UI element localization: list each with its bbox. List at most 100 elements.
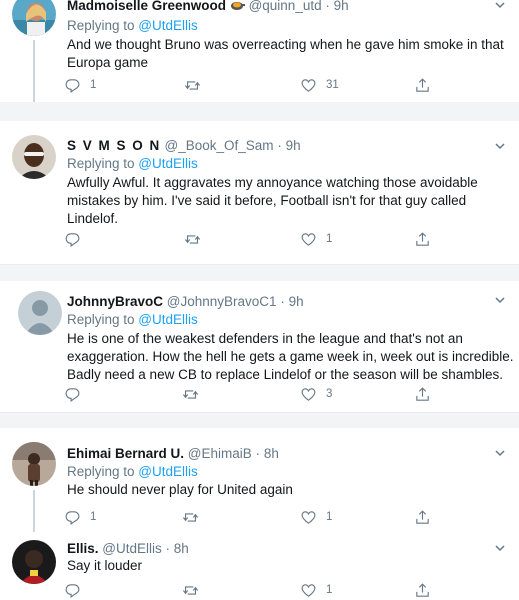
tweet-1[interactable]: Madmoiselle Greenwood @quinn_utd · 9h Re…	[0, 0, 519, 102]
timestamp[interactable]: 9h	[334, 0, 349, 13]
replying-label: Replying to	[67, 464, 139, 479]
share-button[interactable]	[414, 384, 431, 404]
reply-icon	[65, 78, 80, 93]
share-button[interactable]	[414, 507, 431, 527]
reply-button[interactable]	[64, 580, 90, 600]
default-avatar	[18, 291, 62, 335]
replying-to: Replying to @UtdEllis	[67, 17, 198, 34]
like-button[interactable]: 1	[300, 507, 332, 527]
retweet-button[interactable]	[182, 580, 208, 600]
separator	[0, 413, 519, 428]
share-button[interactable]	[414, 580, 431, 600]
tweet-3[interactable]: JohnnyBravoC @JohnnyBravoC1 · 9h Replyin…	[0, 281, 519, 413]
reply-button[interactable]: 1	[64, 75, 96, 95]
like-button[interactable]: 1	[300, 229, 332, 249]
user-photo	[12, 135, 56, 179]
like-button[interactable]: 31	[300, 75, 339, 95]
replies-timeline: Madmoiselle Greenwood @quinn_utd · 9h Re…	[0, 0, 519, 600]
tweet-actions: 1 1	[64, 507, 434, 527]
display-name[interactable]: Madmoiselle Greenwood	[67, 0, 226, 13]
replying-to: Replying to @UtdEllis	[67, 311, 198, 328]
retweet-button[interactable]	[182, 384, 208, 404]
like-count: 1	[326, 233, 333, 245]
mention-link[interactable]: @UtdEllis	[138, 18, 197, 33]
username[interactable]: @EhimaiB	[188, 446, 252, 461]
like-count: 1	[326, 511, 333, 523]
timestamp[interactable]: 9h	[289, 294, 304, 309]
reply-count: 1	[90, 79, 97, 91]
reply-button[interactable]: 1	[64, 507, 96, 527]
reply-icon	[65, 583, 80, 598]
mention-link[interactable]: @UtdEllis	[138, 464, 197, 479]
retweet-icon	[184, 80, 201, 90]
separator	[0, 265, 519, 281]
share-button[interactable]	[414, 229, 431, 249]
retweet-button[interactable]	[182, 507, 208, 527]
chevron-down-icon[interactable]	[493, 293, 507, 307]
avatar[interactable]	[18, 291, 62, 335]
retweet-button[interactable]	[184, 75, 210, 95]
replying-label: Replying to	[67, 18, 139, 33]
avatar[interactable]	[12, 442, 56, 486]
like-button[interactable]: 3	[300, 384, 332, 404]
avatar[interactable]	[12, 135, 56, 179]
chevron-down-icon[interactable]	[493, 541, 507, 555]
share-icon	[416, 77, 429, 92]
mention-link[interactable]: @UtdEllis	[138, 312, 197, 327]
display-name[interactable]: JohnnyBravoC	[67, 294, 163, 309]
user-photo	[12, 540, 56, 584]
username[interactable]: @UtdEllis	[102, 541, 161, 556]
reply-button[interactable]	[64, 229, 90, 249]
tweet-text: He should never play for United again	[67, 482, 293, 497]
mention-link[interactable]: @UtdEllis	[138, 156, 197, 171]
retweet-button[interactable]	[184, 229, 210, 249]
retweet-icon	[184, 234, 201, 244]
chevron-down-icon[interactable]	[493, 446, 507, 460]
tweet-text: Awfully Awful. It aggravates my annoyanc…	[67, 175, 478, 226]
tweet-4[interactable]: Ehimai Bernard U. @EhimaiB · 8h Replying…	[0, 428, 519, 532]
tweet-header: Ehimai Bernard U. @EhimaiB · 8h	[67, 445, 279, 462]
separator-dot: ·	[280, 294, 285, 309]
tweet-actions: 1 31	[64, 75, 434, 95]
username[interactable]: @_Book_Of_Sam	[165, 138, 274, 153]
avatar[interactable]	[12, 540, 56, 584]
chevron-down-icon[interactable]	[493, 139, 507, 153]
retweet-icon	[182, 512, 199, 522]
display-name[interactable]: Ellis.	[67, 541, 99, 556]
replying-label: Replying to	[67, 156, 139, 171]
cooking-emoji-icon	[230, 0, 245, 16]
tweet-header: JohnnyBravoC @JohnnyBravoC1 · 9h	[67, 293, 304, 310]
share-icon	[416, 582, 429, 597]
tweet-header: Madmoiselle Greenwood @quinn_utd · 9h	[67, 0, 349, 16]
username[interactable]: @JohnnyBravoC1	[167, 294, 277, 309]
reply-button[interactable]	[64, 384, 90, 404]
retweet-icon	[182, 389, 199, 399]
separator-dot: ·	[255, 446, 261, 461]
reply-icon	[65, 387, 80, 402]
tweet-5[interactable]: Ellis. @UtdEllis · 8h Say it louder 1	[0, 532, 519, 600]
heart-icon	[301, 387, 316, 401]
reply-count: 1	[90, 511, 97, 523]
display-name[interactable]: S V M S O N	[67, 138, 161, 153]
timestamp[interactable]: 8h	[264, 446, 279, 461]
chevron-down-icon[interactable]	[493, 0, 507, 12]
share-button[interactable]	[414, 75, 431, 95]
thread-line	[33, 490, 35, 532]
like-button[interactable]: 1	[300, 580, 332, 600]
replying-to: Replying to @UtdEllis	[67, 155, 198, 172]
display-name[interactable]: Ehimai Bernard U.	[67, 446, 184, 461]
like-count: 31	[326, 79, 339, 91]
like-count: 3	[326, 388, 333, 400]
heart-icon	[301, 232, 316, 246]
separator-dot: ·	[325, 0, 330, 13]
username[interactable]: @quinn_utd	[249, 0, 322, 13]
share-icon	[416, 231, 429, 246]
tweet-text: He is one of the weakest defenders in th…	[67, 331, 514, 382]
tweet-actions: 1	[64, 229, 434, 249]
avatar[interactable]	[12, 0, 56, 36]
timestamp[interactable]: 9h	[286, 138, 301, 153]
heart-icon	[301, 78, 316, 92]
tweet-header: Ellis. @UtdEllis · 8h	[67, 540, 189, 557]
tweet-2[interactable]: S V M S O N @_Book_Of_Sam · 9h Replying …	[0, 121, 519, 265]
timestamp[interactable]: 8h	[174, 541, 189, 556]
